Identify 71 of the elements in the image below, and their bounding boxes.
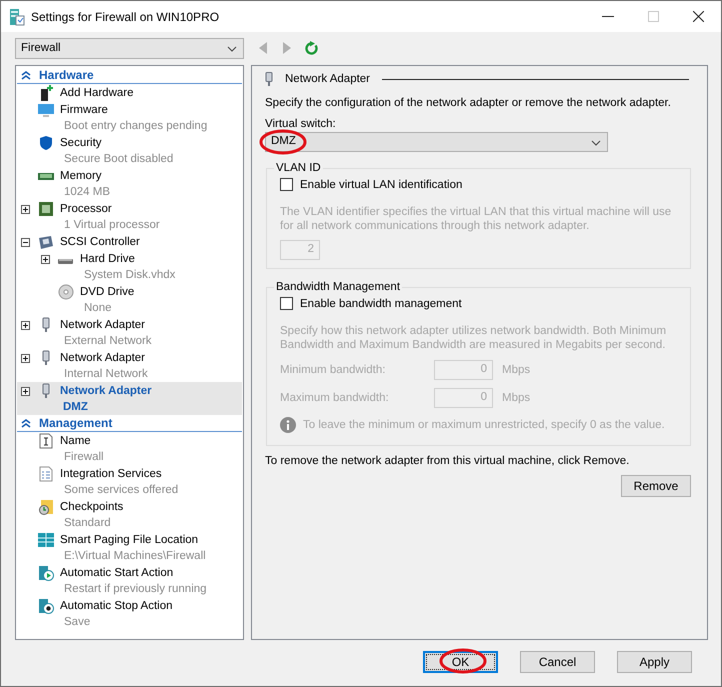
controller-icon [38, 234, 54, 250]
settings-icon [9, 8, 25, 26]
group-title: VLAN ID [275, 162, 322, 174]
bandwidth-description: Specify how this network adapter utilizes network bandwidth. Both Minimum Bandwidth and Maximum Bandwidth are measured in Megabits per second. [280, 324, 668, 352]
field-label: Minimum bandwidth: [280, 364, 386, 376]
tree-item[interactable]: Memory 1024 MB [17, 167, 242, 200]
description-text: Specify the configuration of the network adapter or remove the network adapter. [265, 96, 672, 110]
text-cursor-icon [38, 433, 54, 449]
minimize-icon[interactable] [602, 16, 614, 18]
monitor-icon [38, 102, 54, 118]
checkbox[interactable] [280, 297, 293, 310]
tree-item[interactable]: Security Secure Boot disabled [17, 134, 242, 167]
section-heading: Network Adapter [285, 73, 370, 85]
expand-icon[interactable] [21, 386, 30, 396]
tree-item[interactable]: Processor 1 Virtual processor [17, 200, 242, 233]
remove-button[interactable]: Remove [621, 475, 691, 497]
vm-dropdown[interactable]: Firewall [15, 38, 244, 58]
collapse-icon[interactable] [21, 238, 30, 246]
folder-clock-icon [38, 499, 54, 515]
collapse-icon[interactable] [21, 418, 31, 428]
checkbox[interactable] [280, 178, 293, 191]
dialog-button[interactable]: Cancel [520, 651, 595, 673]
section-header[interactable]: Management [17, 415, 242, 432]
info-note: To leave the minimum or maximum unrestricted, specify 0 as the value. [303, 419, 665, 431]
grid-icon [38, 532, 54, 548]
tree-item[interactable]: Hard Drive System Disk.vhdx [17, 250, 242, 283]
group-title: Bandwidth Management [275, 281, 402, 293]
shield-icon [38, 135, 54, 151]
expand-icon[interactable] [41, 254, 50, 264]
plug-icon [265, 72, 273, 86]
chip-icon [38, 201, 54, 217]
disc-icon [58, 284, 74, 300]
unit-label: Mbps [502, 392, 530, 404]
window-title: Settings for Firewall on WIN10PRO [31, 10, 220, 24]
field-label: Maximum bandwidth: [280, 392, 390, 404]
checklist-icon [38, 466, 54, 482]
tree-item[interactable]: Add Hardware [17, 84, 242, 101]
expand-icon[interactable] [21, 320, 30, 330]
tree-item[interactable]: Network Adapter External Network [17, 316, 242, 349]
checkbox-label[interactable]: Enable virtual LAN identification [300, 178, 462, 190]
dialog-button[interactable]: Apply [617, 651, 692, 673]
tree-item[interactable]: Firmware Boot entry changes pending [17, 101, 242, 134]
play-icon [38, 565, 54, 581]
chevron-icon[interactable] [227, 46, 237, 52]
tree-item[interactable]: Network Adapter Internal Network [17, 349, 242, 382]
collapse-icon[interactable] [21, 70, 31, 80]
virtual-switch-dropdown[interactable]: DMZ [265, 132, 608, 152]
add-device-icon [38, 85, 54, 101]
tree-item[interactable]: Integration Services Some services offered [17, 465, 242, 498]
expand-icon[interactable] [21, 204, 30, 214]
field-label: Virtual switch: [265, 117, 337, 131]
tree-item[interactable]: Checkpoints Standard [17, 498, 242, 531]
checkbox-label[interactable]: Enable bandwidth management [300, 298, 462, 310]
tree-item[interactable]: Automatic Stop Action Save [17, 597, 242, 630]
tree-item[interactable]: Automatic Start Action Restart if previously running [17, 564, 242, 597]
info-icon [280, 417, 296, 433]
tree-item[interactable]: Network Adapter DMZ [17, 382, 242, 415]
tree-item[interactable]: Name Firewall [17, 432, 242, 465]
tree-item[interactable]: SCSI Controller [17, 233, 242, 250]
close-icon[interactable] [693, 11, 704, 22]
refresh-icon[interactable] [305, 41, 318, 55]
drive-icon [58, 258, 74, 264]
chevron-icon[interactable] [591, 140, 601, 146]
vlan-description: The VLAN identifier specifies the virtual LAN that this virtual machine will use for all network communications through this network adapter. [280, 205, 672, 233]
stop-icon [38, 598, 54, 614]
remove-hint: To remove the network adapter from this virtual machine, click Remove. [265, 454, 630, 468]
unit-label: Mbps [502, 364, 530, 376]
expand-icon[interactable] [21, 354, 30, 362]
section-header[interactable]: Hardware [17, 67, 242, 84]
tree-item[interactable]: DVD Drive None [17, 283, 242, 316]
tree-item[interactable]: Smart Paging File Location E:\Virtual Machines\Firewall [17, 531, 242, 564]
